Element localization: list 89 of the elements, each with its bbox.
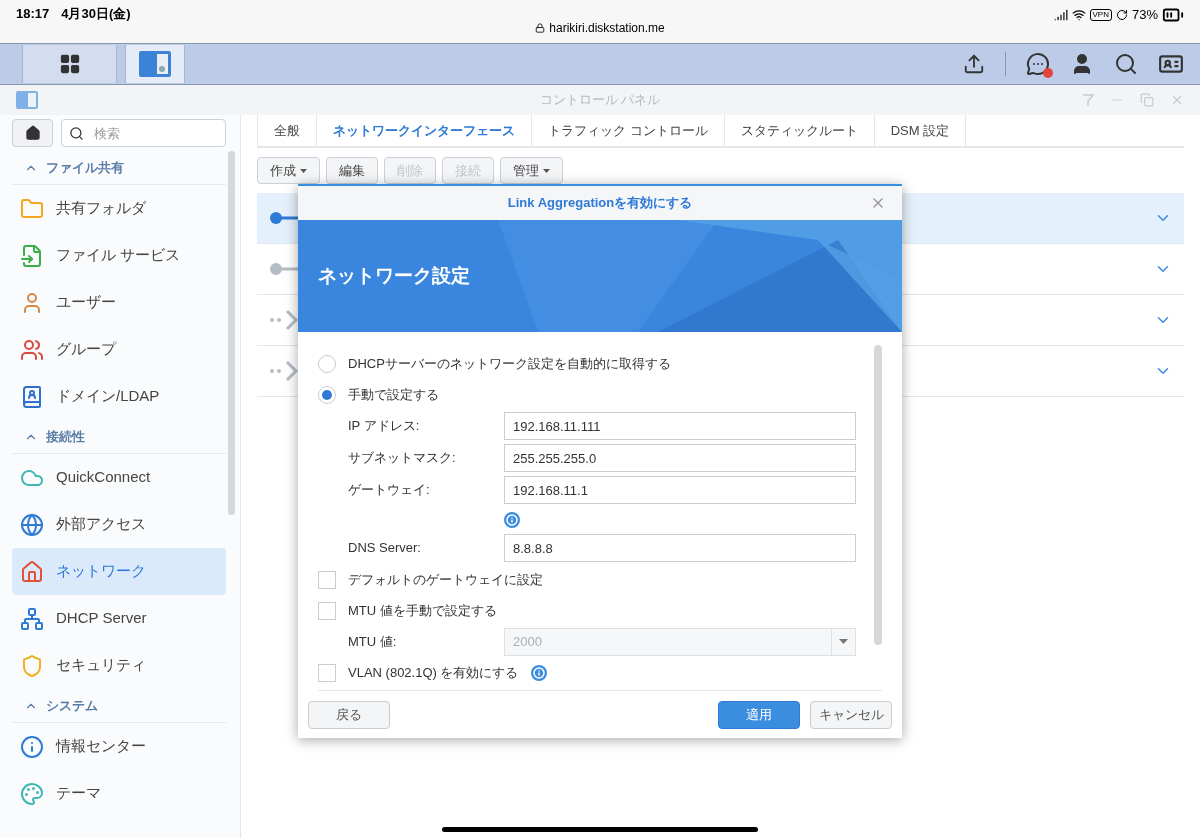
disconnected-icon bbox=[269, 309, 299, 331]
sidebar-item[interactable]: ネットワーク bbox=[12, 548, 226, 595]
field-label: ゲートウェイ: bbox=[347, 481, 431, 500]
status-date: 4月30日(金) bbox=[61, 5, 131, 23]
tab[interactable]: DSM 設定 bbox=[874, 115, 967, 146]
battery-percent: 73% bbox=[1131, 6, 1158, 25]
shield-icon bbox=[20, 653, 44, 678]
app-button[interactable] bbox=[125, 45, 185, 83]
dialog-title: Link Aggregationを有効にする bbox=[507, 194, 693, 213]
globe-icon bbox=[20, 512, 44, 537]
sidebar-item[interactable]: QuickConnect bbox=[12, 454, 226, 501]
sidebar-item[interactable]: ドメイン/LDAP bbox=[12, 373, 226, 420]
connection-icon bbox=[269, 211, 299, 225]
users-icon bbox=[20, 337, 44, 362]
info-icon[interactable] bbox=[530, 664, 547, 681]
network-icon bbox=[20, 606, 44, 631]
toolbar-button[interactable]: 編集 bbox=[326, 157, 378, 184]
search-field[interactable]: 検索 bbox=[61, 119, 226, 147]
home-button[interactable] bbox=[12, 119, 53, 147]
radio-button[interactable] bbox=[318, 354, 336, 373]
home-icon bbox=[24, 125, 41, 141]
field-label: サブネットマスク: bbox=[347, 449, 457, 468]
tab[interactable]: ネットワークインターフェース bbox=[317, 115, 532, 146]
search-icon[interactable] bbox=[1114, 52, 1138, 76]
tab[interactable]: トラフィック コントロール bbox=[532, 115, 725, 146]
house-icon bbox=[20, 559, 44, 584]
url-text: harikiri.diskstation.me bbox=[549, 20, 665, 37]
status-time: 18:17 bbox=[16, 5, 50, 23]
field-label: MTU 値: bbox=[347, 632, 398, 651]
checkbox[interactable] bbox=[318, 570, 336, 589]
scrollbar[interactable] bbox=[874, 345, 882, 645]
file-icon bbox=[20, 243, 44, 268]
input-field[interactable]: 192.168.11.111 bbox=[504, 412, 856, 440]
caret-icon bbox=[543, 168, 550, 173]
input-field[interactable]: 8.8.8.8 bbox=[504, 534, 856, 562]
checkbox[interactable] bbox=[318, 601, 336, 620]
rotation-lock-icon bbox=[1115, 9, 1128, 21]
checkbox-label: MTU 値を手動で設定する bbox=[348, 601, 497, 620]
scrollbar[interactable] bbox=[228, 151, 235, 515]
connection-icon bbox=[269, 262, 299, 276]
toolbar-button[interactable]: 管理 bbox=[500, 157, 563, 184]
control-panel-icon bbox=[16, 91, 38, 109]
notification-button[interactable] bbox=[1026, 52, 1050, 76]
upload-icon[interactable] bbox=[963, 53, 985, 75]
search-icon bbox=[69, 126, 84, 141]
info-icon[interactable] bbox=[504, 512, 520, 528]
sidebar-item[interactable]: 情報センター bbox=[12, 723, 226, 770]
info-icon bbox=[20, 734, 44, 759]
vpn-badge: VPN bbox=[1089, 9, 1112, 21]
sidebar-item[interactable]: テーマ bbox=[12, 770, 226, 817]
radio-label: DHCPサーバーのネットワーク設定を自動的に取得する bbox=[348, 354, 671, 373]
grid-icon bbox=[58, 53, 81, 75]
section-header[interactable]: ファイル共有 bbox=[12, 151, 226, 185]
lock-icon bbox=[535, 23, 546, 33]
checkbox[interactable] bbox=[318, 663, 336, 682]
toolbar-button[interactable]: 作成 bbox=[257, 157, 320, 184]
cancel-button[interactable]: キャンセル bbox=[810, 700, 892, 729]
dialog-heading: ネットワーク設定 bbox=[318, 263, 470, 288]
sidebar-item[interactable]: ファイル サービス bbox=[12, 232, 226, 279]
radio-label: 手動で設定する bbox=[348, 385, 439, 404]
field-label: IP アドレス: bbox=[347, 417, 421, 436]
input-field[interactable]: 192.168.11.1 bbox=[504, 476, 856, 504]
signal-icon bbox=[1053, 8, 1068, 22]
sidebar-item[interactable]: 外部アクセス bbox=[12, 501, 226, 548]
caret-icon bbox=[300, 168, 307, 173]
sidebar-item[interactable]: DHCP Server bbox=[12, 595, 226, 642]
back-button[interactable]: 戻る bbox=[308, 700, 390, 729]
contact-book-icon bbox=[20, 384, 44, 409]
input-field[interactable]: 255.255.255.0 bbox=[504, 444, 856, 472]
folder-icon bbox=[20, 196, 44, 221]
control-panel-icon bbox=[139, 51, 171, 77]
sidebar-item[interactable]: グループ bbox=[12, 326, 226, 373]
field-label: DNS Server: bbox=[347, 539, 422, 558]
wifi-icon bbox=[1071, 8, 1086, 22]
sidebar-item[interactable]: 共有フォルダ bbox=[12, 185, 226, 232]
main-menu-button[interactable] bbox=[22, 45, 117, 83]
section-header[interactable]: システム bbox=[12, 689, 226, 723]
checkbox-label: デフォルトのゲートウェイに設定 bbox=[348, 570, 543, 589]
caret-icon bbox=[839, 639, 848, 644]
tab[interactable]: スタティックルート bbox=[724, 115, 875, 146]
sidebar-item[interactable]: セキュリティ bbox=[12, 642, 226, 689]
palette-icon bbox=[20, 781, 44, 806]
chat-icon bbox=[1026, 52, 1050, 76]
checkbox-label: VLAN (802.1Q) を有効にする bbox=[348, 663, 519, 682]
sidebar-item[interactable]: ユーザー bbox=[12, 279, 226, 326]
section-header[interactable]: 接続性 bbox=[12, 420, 226, 454]
disconnected-icon bbox=[269, 360, 299, 382]
radio-button[interactable] bbox=[318, 385, 336, 404]
tab[interactable]: 全般 bbox=[257, 115, 317, 146]
